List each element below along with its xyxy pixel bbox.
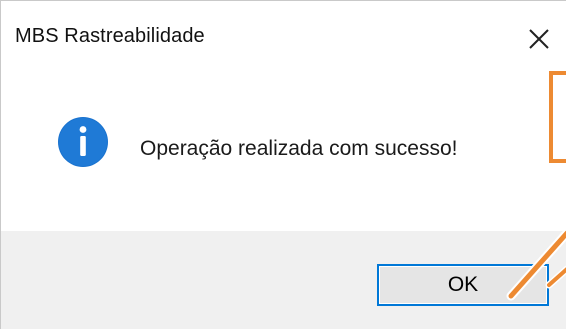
ok-button[interactable]: OK — [377, 264, 549, 306]
title-bar: MBS Rastreabilidade — [1, 1, 566, 71]
message-dialog: MBS Rastreabilidade Operação realizada c… — [0, 0, 566, 329]
close-icon — [529, 29, 549, 49]
window-title: MBS Rastreabilidade — [15, 25, 205, 47]
close-button[interactable] — [517, 17, 561, 61]
dialog-message: Operação realizada com sucesso! — [140, 137, 458, 160]
annotation-highlight-box — [549, 71, 566, 163]
dialog-footer: OK — [1, 231, 566, 329]
info-icon — [58, 117, 108, 167]
dialog-content: Operação realizada com sucesso! — [1, 71, 566, 231]
